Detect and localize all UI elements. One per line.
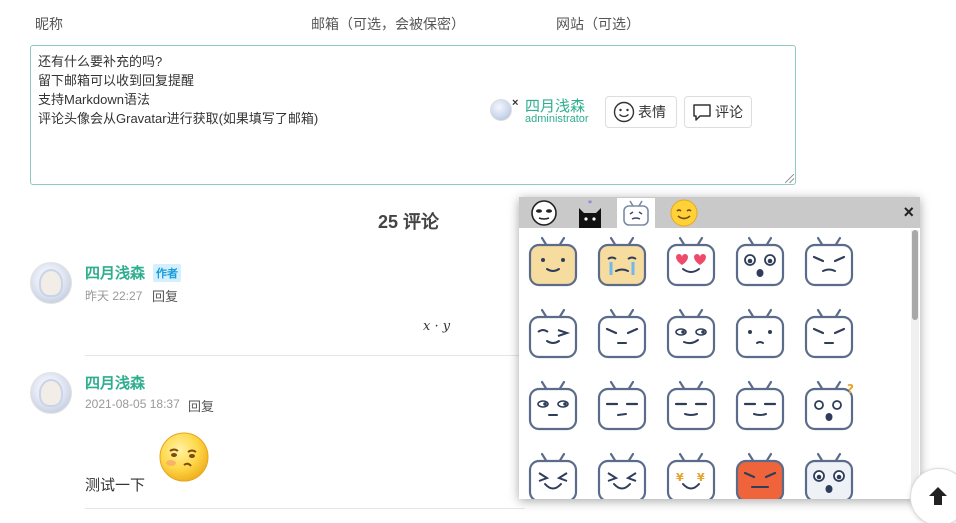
emoji-panel: * × ? ¥ ¥ (519, 197, 920, 499)
textarea-placeholder: 还有什么要补充的吗? 留下邮箱可以收到回复提醒 支持Markdown语法 评论头… (38, 54, 319, 126)
doge-tv-icon[interactable] (525, 235, 581, 291)
divider (85, 508, 525, 509)
avatar[interactable] (30, 372, 72, 414)
bilibili-tv-tab-icon (623, 200, 649, 226)
doubt-tv-icon[interactable] (594, 379, 650, 435)
think-tv-icon[interactable] (663, 379, 719, 435)
shock-tv-icon[interactable] (801, 451, 857, 499)
comment-time: 2021-08-05 18:37 (85, 397, 180, 411)
sneeze-tv-icon[interactable] (801, 307, 857, 363)
tab-cat[interactable]: * (571, 198, 609, 228)
comment-time: 昨天 22:27 (85, 289, 143, 303)
back-to-top-button[interactable] (910, 468, 956, 523)
comment-button-label: 评论 (715, 104, 743, 120)
angry-tv-icon[interactable] (732, 451, 788, 499)
tab-bilibili[interactable] (617, 198, 655, 228)
question-tv-icon[interactable]: ? (801, 379, 857, 435)
emoji-panel-scrollbar[interactable] (911, 230, 919, 498)
avatar (490, 99, 512, 121)
tab-face[interactable] (525, 198, 563, 228)
svg-text:¥: ¥ (697, 471, 705, 484)
laugh-tv-icon[interactable] (525, 451, 581, 499)
wink-tv-icon[interactable] (525, 307, 581, 363)
author-badge: 作者 (153, 264, 181, 282)
smug-tv-icon[interactable] (732, 379, 788, 435)
comment-author[interactable]: 四月浅森 (85, 262, 145, 283)
resize-handle[interactable] (785, 174, 794, 183)
svg-text:?: ? (847, 382, 854, 396)
comment-author[interactable]: 四月浅森 (85, 372, 145, 393)
submit-comment-button[interactable]: 评论 (684, 96, 752, 128)
arrow-up-icon (929, 487, 947, 505)
scared-tv-icon[interactable] (732, 235, 788, 291)
logout-icon[interactable]: × (512, 97, 518, 109)
website-field[interactable]: 网站（可选） (556, 14, 640, 34)
comment-page: 昵称 邮箱（可选，会被保密） 网站（可选） 还有什么要补充的吗? 留下邮箱可以收… (0, 0, 956, 523)
comment-text: 测试一下 (85, 477, 146, 494)
cat-tab-icon: * (579, 199, 601, 228)
scroll-thumb[interactable] (912, 230, 918, 320)
tab-yellow[interactable] (665, 198, 703, 228)
crying-tv-icon[interactable] (594, 235, 650, 291)
smiley-icon (613, 101, 635, 123)
avatar[interactable] (30, 262, 72, 304)
close-icon[interactable]: × (903, 202, 914, 223)
chat-bubble-icon (693, 104, 711, 121)
face-tab-icon (531, 200, 557, 226)
comment-count: 25 评论 (378, 212, 440, 232)
divider (85, 355, 525, 356)
sleepy-yellow-face-icon (159, 432, 209, 482)
emoji-button[interactable]: 表情 (605, 96, 677, 128)
nickname-field[interactable]: 昵称 (35, 14, 63, 34)
heart-eyes-tv-icon[interactable] (663, 235, 719, 291)
smirk-tv-icon[interactable] (663, 307, 719, 363)
yellow-smile-tab-icon (670, 199, 698, 227)
logged-in-user: × 四月浅森 administrator (490, 96, 600, 128)
sweat-tv-icon[interactable] (594, 307, 650, 363)
comment-textarea[interactable]: 还有什么要补充的吗? 留下邮箱可以收到回复提醒 支持Markdown语法 评论头… (30, 45, 796, 185)
money-tv-icon[interactable]: ¥ ¥ (663, 451, 719, 499)
sad-tv-icon[interactable] (801, 235, 857, 291)
shy-tv-icon[interactable] (732, 307, 788, 363)
email-field[interactable]: 邮箱（可选，会被保密） (311, 14, 465, 34)
emoji-panel-tabs: * × (519, 197, 920, 228)
svg-text:¥: ¥ (676, 471, 684, 484)
reply-link[interactable]: 回复 (188, 396, 214, 415)
sleepy-tv-icon[interactable] (525, 379, 581, 435)
current-user-role: administrator (525, 113, 589, 125)
reply-link[interactable]: 回复 (152, 286, 178, 305)
comment-math: x · y (423, 319, 451, 334)
svg-text:*: * (588, 199, 592, 208)
emoji-button-label: 表情 (638, 104, 666, 120)
cry-laugh-tv-icon[interactable] (594, 451, 650, 499)
